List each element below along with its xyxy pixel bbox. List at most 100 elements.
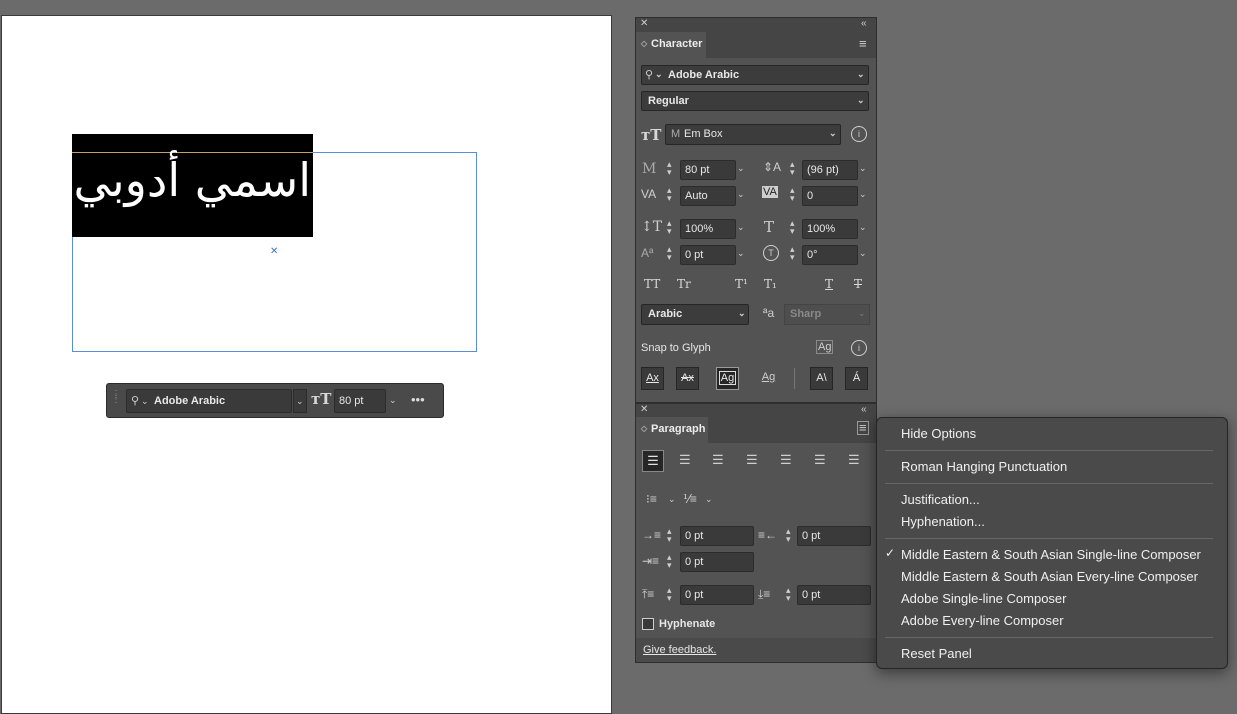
chevron-down-icon[interactable]: ⌄	[737, 163, 745, 174]
chevron-down-icon[interactable]: ⌄	[737, 248, 745, 259]
kerning-field[interactable]: Auto	[680, 186, 736, 206]
panel-menu-icon[interactable]: ≡	[857, 421, 869, 435]
snap-proximity-button[interactable]: Ag	[757, 367, 780, 390]
stepper-icon[interactable]: ▴ ▾	[667, 219, 672, 236]
stepper-icon[interactable]: ▴ ▾	[667, 527, 672, 544]
ctx-font-size-dropdown[interactable]: ⌄	[387, 389, 401, 413]
stepper-icon[interactable]: ▴ ▾	[667, 160, 672, 177]
anti-alias-icon: ªa	[763, 306, 775, 320]
menu-item-adobe-single-line-composer[interactable]: Adobe Single-line Composer	[901, 589, 1066, 609]
chevron-down-icon[interactable]: ⌄	[705, 494, 713, 505]
close-icon[interactable]: ✕	[640, 404, 648, 415]
baseline-shift-field[interactable]: 0 pt	[680, 245, 736, 265]
stepper-icon[interactable]: ▴ ▾	[790, 186, 795, 203]
strikethrough-button[interactable]: T	[854, 277, 862, 291]
left-indent-value: 0 pt	[685, 530, 704, 542]
glyph-icon[interactable]: Ag	[816, 340, 834, 354]
chevron-down-icon[interactable]: ⌄	[859, 248, 867, 259]
font-style-select[interactable]: Regular ⌄	[641, 91, 869, 111]
anti-alias-value: Sharp	[790, 308, 822, 320]
snap-anchor-point-button[interactable]: Á	[845, 367, 868, 390]
stepper-icon[interactable]: ▴ ▾	[667, 245, 672, 262]
font-family-select[interactable]: ⚲ ⌄ Adobe Arabic ⌄	[641, 65, 869, 85]
menu-item-adobe-every-line-composer[interactable]: Adobe Every-line Composer	[901, 611, 1064, 631]
menu-item-hide-options[interactable]: Hide Options	[901, 424, 976, 444]
snap-xheight-button[interactable]: Ax	[676, 367, 699, 390]
chevron-down-icon[interactable]: ⌄	[737, 222, 745, 233]
first-line-indent-field[interactable]: 0 pt	[680, 552, 754, 572]
leading-field[interactable]: (96 pt)	[802, 160, 858, 180]
menu-item-roman-hanging-punctuation[interactable]: Roman Hanging Punctuation	[901, 457, 1067, 477]
chevron-down-icon[interactable]: ⌄	[859, 163, 867, 174]
close-icon[interactable]: ✕	[640, 18, 648, 29]
char-size-icon: ᴛT	[641, 126, 662, 144]
chevron-down-icon[interactable]: ⌄	[859, 222, 867, 233]
stepper-icon[interactable]: ▴ ▾	[667, 586, 672, 603]
align-right-icon[interactable]: ☰	[712, 452, 724, 468]
menu-item-reset-panel[interactable]: Reset Panel	[901, 644, 972, 664]
stepper-icon[interactable]: ▴ ▾	[786, 586, 791, 603]
all-caps-button[interactable]: TT	[644, 277, 660, 291]
vertical-scale-field[interactable]: 100%	[680, 219, 736, 239]
tracking-icon: VA	[762, 186, 778, 198]
stepper-icon[interactable]: ▴ ▾	[786, 527, 791, 544]
ctx-font-family-dropdown[interactable]: ⌄	[293, 389, 307, 413]
rotation-field[interactable]: 0°	[802, 245, 858, 265]
more-options-button[interactable]: •••	[411, 392, 425, 407]
anti-alias-select: Sharp ⌄	[784, 304, 870, 325]
snap-angular-guides-button[interactable]: A\	[810, 367, 833, 390]
stepper-icon[interactable]: ▴ ▾	[667, 553, 672, 570]
hyphenate-checkbox[interactable]	[642, 618, 654, 630]
superscript-button[interactable]: T¹	[735, 277, 748, 291]
ctx-font-family-field[interactable]: ⚲ ⌄ Adobe Arabic	[126, 389, 292, 413]
right-indent-value: 0 pt	[802, 530, 821, 542]
numbered-list-icon[interactable]: ⅟≡	[683, 492, 697, 506]
align-center-icon[interactable]: ☰	[679, 452, 691, 468]
justify-all-icon[interactable]: ☰	[848, 452, 860, 468]
collapse-icon[interactable]: «	[861, 404, 867, 415]
drag-handle-icon[interactable]: ⋮ ⋮	[111, 390, 121, 409]
arabic-text[interactable]: اسمي أدوبي	[72, 134, 313, 237]
justify-left-icon[interactable]: ☰	[746, 452, 758, 468]
give-feedback-link[interactable]: Give feedback.	[643, 644, 716, 656]
font-size-field[interactable]: 80 pt	[680, 160, 736, 180]
language-select[interactable]: Arabic ⌄	[641, 304, 749, 325]
subscript-button[interactable]: T₁	[764, 277, 777, 291]
em-box-select[interactable]: M Em Box ⌄	[665, 124, 841, 145]
chevron-down-icon[interactable]: ⌄	[859, 189, 867, 200]
tracking-field[interactable]: 0	[802, 186, 858, 206]
snap-glyph-bounds-button[interactable]: Ag	[716, 367, 739, 390]
justify-right-icon[interactable]: ☰	[814, 452, 826, 468]
align-left-button[interactable]: ☰	[642, 450, 664, 472]
small-caps-button[interactable]: Tr	[677, 277, 691, 291]
space-before-field[interactable]: 0 pt	[680, 585, 754, 605]
artboard[interactable]	[1, 15, 612, 714]
menu-item-hyphenation[interactable]: Hyphenation...	[901, 512, 985, 532]
justify-center-icon[interactable]: ☰	[780, 452, 792, 468]
tab-paragraph[interactable]: ◇ Paragraph	[636, 417, 708, 443]
menu-item-me-every-line-composer[interactable]: Middle Eastern & South Asian Every-line …	[901, 567, 1198, 587]
stepper-icon[interactable]: ▴ ▾	[790, 245, 795, 262]
tab-character[interactable]: ◇ Character	[636, 32, 706, 58]
panel-menu-icon[interactable]: ≡	[859, 36, 867, 51]
stepper-icon[interactable]: ▴ ▾	[790, 160, 795, 177]
snap-baseline-button[interactable]: Ax	[641, 367, 664, 390]
stepper-icon[interactable]: ▴ ▾	[790, 219, 795, 236]
font-size-icon: ᴛT	[311, 390, 332, 408]
info-icon[interactable]: i	[851, 126, 867, 142]
bullet-list-icon[interactable]: ⁝≡	[646, 492, 657, 506]
left-indent-field[interactable]: 0 pt	[680, 526, 754, 546]
menu-item-justification[interactable]: Justification...	[901, 490, 980, 510]
info-icon[interactable]: i	[851, 340, 867, 356]
chevron-down-icon[interactable]: ⌄	[668, 494, 676, 505]
menu-item-me-single-line-composer[interactable]: Middle Eastern & South Asian Single-line…	[901, 545, 1201, 565]
horizontal-scale-field[interactable]: 100%	[802, 219, 858, 239]
stepper-icon[interactable]: ▴ ▾	[667, 186, 672, 203]
chevron-down-icon[interactable]: ⌄	[737, 189, 745, 200]
space-after-field[interactable]: 0 pt	[797, 585, 871, 605]
ctx-font-size-field[interactable]: 80 pt	[334, 389, 386, 413]
underline-button[interactable]: T	[825, 277, 833, 291]
right-indent-field[interactable]: 0 pt	[797, 526, 871, 546]
frame-center-mark-icon: ✕	[270, 246, 279, 257]
collapse-icon[interactable]: «	[861, 18, 867, 29]
